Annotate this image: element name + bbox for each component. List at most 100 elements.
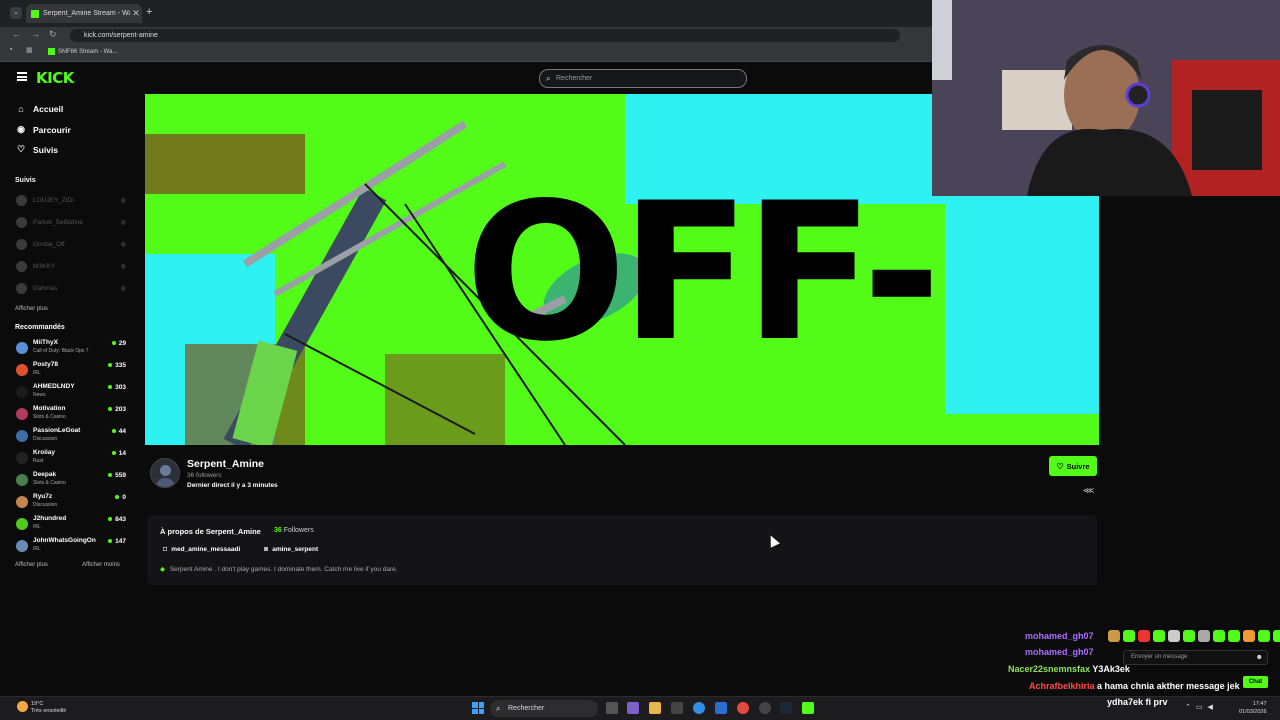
emoji-icon[interactable]: ☻ [1256,651,1263,664]
avatar [16,474,28,486]
edge-icon[interactable] [693,702,705,714]
emote-icon[interactable] [1123,630,1135,642]
avatar [16,408,28,420]
emote-icon[interactable] [1243,630,1255,642]
following-section-title: Suivis [15,177,36,184]
recommended-channel[interactable]: JohnWhatsGoingOn IRL 147 [16,537,126,557]
chevron-up-icon[interactable]: ⌃ [1185,703,1191,711]
avatar [16,540,28,552]
emote-icon[interactable] [1213,630,1225,642]
new-tab-button[interactable]: + [146,6,152,18]
channel-name: J2hundred [33,515,67,522]
chat-message: Achrafbelkhiria a hama chnia akther mess… [1029,681,1240,691]
chat-input[interactable]: Envoyer un message ☻ [1123,650,1268,665]
recommended-channel[interactable]: Kroiiay Rust 14 [16,449,126,469]
sun-icon [17,701,28,712]
time: 17:47 [1252,701,1267,707]
clock[interactable]: 17:47 01/03/2026 [1239,700,1267,716]
nav-following[interactable]: ♡ Suivis [16,144,58,155]
chat-input-placeholder: Envoyer un message [1131,654,1188,660]
chrome-icon[interactable] [737,702,749,714]
followed-channel[interactable]: LOUJEY_ZIDI ◍ [16,193,126,207]
viewer-count: 203 [108,406,126,413]
emote-icon[interactable] [1183,630,1195,642]
recommended-channel[interactable]: PassionLeGoat Discussion 44 [16,427,126,447]
recommended-channel[interactable]: AHMEDLNDY News 303 [16,383,126,403]
heart-icon: ♡ [1056,461,1064,471]
avatar [16,364,28,376]
viewer-count: 843 [108,516,126,523]
channel-category: Rust [33,458,44,464]
forward-icon[interactable]: → [31,29,40,39]
nav-browse[interactable]: ◉ Parcourir [16,124,71,135]
teams-icon[interactable] [627,702,639,714]
discord-link[interactable]: ◙ amine_serpent [264,546,318,553]
network-icon[interactable]: ▭ [1196,703,1203,711]
nav-home[interactable]: ⌂ Accueil [16,104,63,114]
menu-icon[interactable] [17,72,27,81]
following-show-more-link[interactable]: Afficher plus [15,306,48,312]
about-followers-count: 36 [274,527,282,534]
recommended-channel[interactable]: MiiThyX Call of Duty: Black Ops 7 29 [16,339,126,359]
recommended-channel[interactable]: J2hundred IRL 843 [16,515,126,535]
about-panel: À propos de Serpent_Amine 36 Followers ◘… [147,515,1097,585]
grid-icon[interactable]: ▦ [26,46,33,54]
chat-send-button[interactable]: Chat [1243,676,1268,688]
steam-icon[interactable] [780,702,792,714]
browser-tab[interactable]: Serpent_Amine Stream - Watc ✕ [26,4,142,23]
kick-logo[interactable]: KICK [36,69,74,87]
emote-icon[interactable] [1258,630,1270,642]
discord-icon: ◙ [264,546,269,553]
followed-channel[interactable]: Gooba_Off ◍ [16,237,126,251]
share-icon[interactable]: ⋘ [1083,486,1094,495]
emote-icon[interactable] [1138,630,1150,642]
channel-category: Call of Duty: Black Ops 7 [33,348,89,354]
bookmark-item[interactable]: SMF86 Stream - Wa... [48,48,117,55]
kick-app-icon[interactable] [802,702,814,714]
app-icon[interactable] [759,702,771,714]
recommended-channel[interactable]: Deepak Slots & Casino 559 [16,471,126,491]
chat-username[interactable]: mohamed_gh07 [1025,631,1094,641]
instagram-link[interactable]: ◘ med_amine_messaadi [163,546,240,553]
follow-button[interactable]: ♡ Suivre [1049,456,1097,476]
tab-title: Serpent_Amine Stream - Watc [43,10,130,17]
start-windows-icon[interactable] [472,702,484,714]
recommended-show-more-link[interactable]: Afficher plus [15,562,48,568]
compass-icon: ◉ [17,124,25,134]
emote-icon[interactable] [1273,630,1280,642]
file-explorer-icon[interactable] [649,702,661,714]
emote-icon[interactable] [1198,630,1210,642]
tab-search-icon[interactable]: ⌄ [10,7,22,19]
chat-username[interactable]: mohamed_gh07 [1025,647,1094,657]
avatar [16,238,27,250]
channel-avatar[interactable] [150,458,180,488]
recommended-channel[interactable]: Motivation Slots & Casino 203 [16,405,126,425]
outlook-icon[interactable] [715,702,727,714]
channel-category: News [33,392,46,398]
followed-channel[interactable]: Parker_Seifddine ◍ [16,215,126,229]
recommended-channel[interactable]: Ryu7z Discussion 0 [16,493,126,513]
back-icon[interactable]: ← [12,29,21,39]
search-input[interactable]: ⌕ Rechercher [539,69,747,88]
avatar [16,216,27,228]
emote-icon[interactable] [1108,630,1120,642]
store-icon[interactable] [671,702,683,714]
apps-icon[interactable]: ▪ [10,46,12,53]
recommended-show-less-link[interactable]: Afficher moins [82,562,120,568]
url-field[interactable]: kick.com/serpent-amine [70,29,900,42]
emote-icon[interactable] [1153,630,1165,642]
channel-name: MiiThyX [33,339,58,346]
chat-username[interactable]: Nacer22snemnsfax [1008,664,1090,674]
task-view-icon[interactable] [606,702,618,714]
chat-username[interactable]: Achrafbelkhiria [1029,681,1095,691]
channel-followers: 36 followers [187,472,222,479]
recommended-channel[interactable]: Posty78 IRL 335 [16,361,126,381]
taskbar-search[interactable]: ⌕ Rechercher [490,700,598,717]
emote-icon[interactable] [1228,630,1240,642]
reload-icon[interactable]: ↻ [49,29,57,40]
followed-channel[interactable]: Dahmas ◍ [16,281,126,295]
followed-channel[interactable]: M3KKY ◍ [16,259,126,273]
volume-icon[interactable]: ◀ [1208,703,1213,711]
emote-icon[interactable] [1168,630,1180,642]
tab-close-icon[interactable]: ✕ [130,8,142,19]
